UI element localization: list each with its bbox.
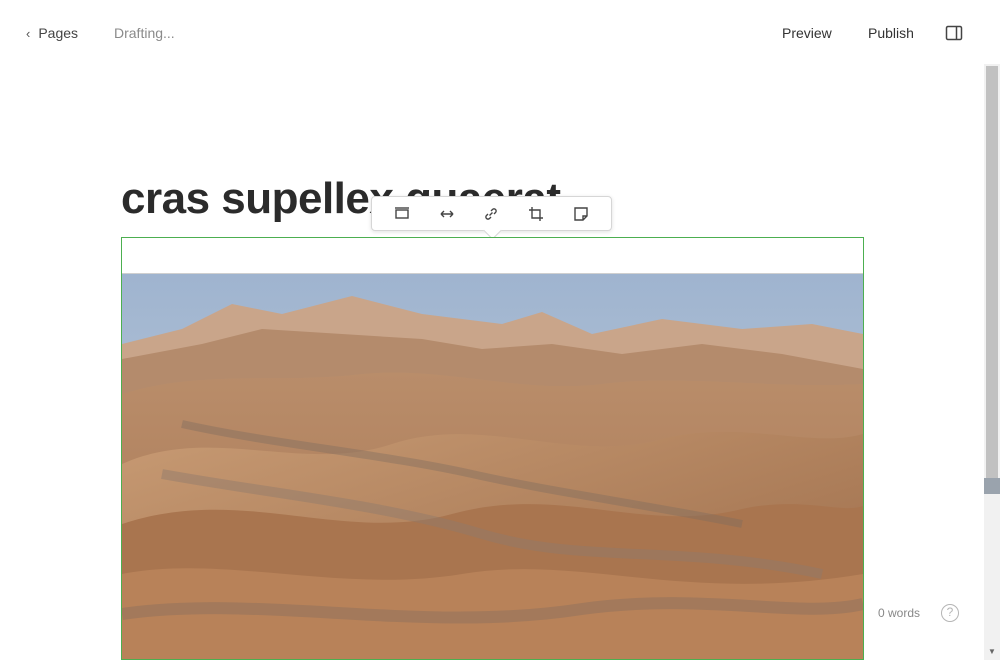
crop-icon <box>529 206 544 221</box>
word-count: 0 words <box>878 606 921 620</box>
scroll-position-marker <box>984 478 1000 494</box>
wide-width-icon <box>440 210 454 217</box>
link-icon <box>485 207 498 220</box>
scroll-down-arrow-icon[interactable]: ▼ <box>984 644 1000 660</box>
back-label: Pages <box>38 25 79 41</box>
align-icon <box>395 206 410 219</box>
wide-width-button[interactable] <box>436 203 458 225</box>
link-button[interactable] <box>480 203 502 225</box>
caption-icon <box>573 206 588 221</box>
publish-button[interactable]: Publish <box>868 25 914 41</box>
preview-button[interactable]: Preview <box>782 25 832 41</box>
draft-status: Drafting... <box>114 25 175 41</box>
desert-dunes-photo <box>122 274 863 659</box>
sidebar-panel-icon <box>945 25 963 41</box>
image-caption-area[interactable] <box>122 238 863 274</box>
chevron-left-icon: ‹ <box>26 25 31 41</box>
back-to-pages-button[interactable]: ‹ Pages <box>26 22 78 44</box>
sidebar-panel-button[interactable] <box>944 23 964 43</box>
scrollbar-thumb[interactable] <box>986 66 998 486</box>
crop-button[interactable] <box>525 203 547 225</box>
image-toolbar <box>371 196 612 231</box>
image-block[interactable] <box>121 237 864 660</box>
page-scrollbar[interactable]: ▲ ▼ <box>984 64 1000 660</box>
top-bar: ‹ Pages Drafting... Preview Publish <box>0 0 1000 64</box>
align-button[interactable] <box>391 203 413 225</box>
help-icon[interactable]: ? <box>941 604 959 622</box>
caption-button[interactable] <box>570 203 592 225</box>
